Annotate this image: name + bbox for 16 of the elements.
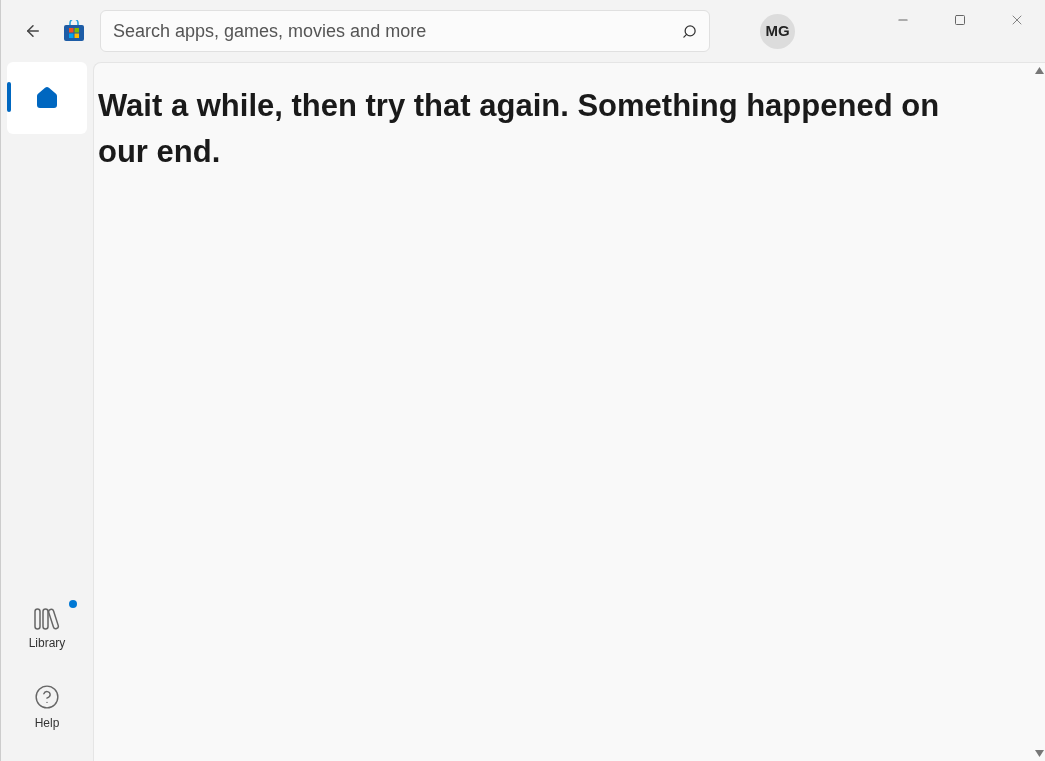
search-field[interactable]: Search apps, games, movies and more xyxy=(100,10,710,52)
nav-item[interactable]: Library xyxy=(7,595,87,665)
account-avatar[interactable]: MG xyxy=(760,13,795,49)
search-icon xyxy=(682,23,697,39)
maximize-icon xyxy=(953,14,966,26)
nav-item[interactable]: Help xyxy=(7,673,87,743)
scroll-down-icon xyxy=(1034,750,1044,757)
nav-item[interactable] xyxy=(7,62,87,134)
help-icon xyxy=(34,684,60,710)
store-logo-icon xyxy=(63,20,85,42)
selection-indicator xyxy=(7,82,11,112)
library-icon xyxy=(34,608,60,630)
scroll-up-icon xyxy=(1034,67,1044,74)
content-panel: Wait a while, then try that again. Something happened on our end. xyxy=(93,62,1045,761)
home-icon xyxy=(35,86,59,110)
search-input[interactable]: Search apps, games, movies and more xyxy=(113,17,682,45)
